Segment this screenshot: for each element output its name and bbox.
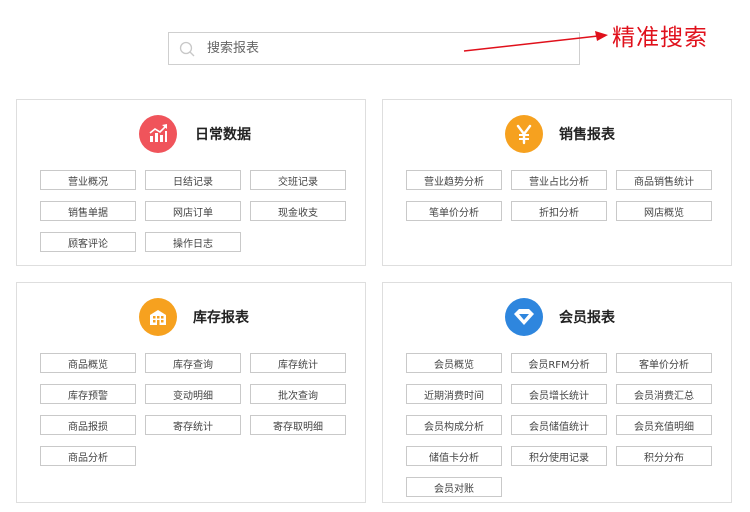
annotation-arrow bbox=[463, 31, 608, 52]
report-button[interactable]: 营业占比分析 bbox=[511, 170, 607, 190]
panel-header: 销售报表 bbox=[383, 115, 731, 153]
report-button[interactable]: 折扣分析 bbox=[511, 201, 607, 221]
report-button[interactable]: 营业趋势分析 bbox=[406, 170, 502, 190]
report-button[interactable]: 营业概况 bbox=[40, 170, 136, 190]
report-button[interactable]: 会员储值统计 bbox=[511, 415, 607, 435]
report-button[interactable]: 库存预警 bbox=[40, 384, 136, 404]
report-button-grid: 营业概况 日结记录 交班记录 销售单据 网店订单 现金收支 顾客评论 操作日志 bbox=[40, 170, 346, 252]
report-button[interactable]: 寄存统计 bbox=[145, 415, 241, 435]
report-button[interactable]: 商品概览 bbox=[40, 353, 136, 373]
report-button[interactable]: 客单价分析 bbox=[616, 353, 712, 373]
report-button-grid: 商品概览 库存查询 库存统计 库存预警 变动明细 批次查询 商品报损 寄存统计 … bbox=[40, 353, 346, 466]
panel-daily-data: 日常数据 营业概况 日结记录 交班记录 销售单据 网店订单 现金收支 顾客评论 … bbox=[16, 99, 366, 266]
trend-chart-icon bbox=[139, 115, 177, 153]
panel-member-report: 会员报表 会员概览 会员RFM分析 客单价分析 近期消费时间 会员增长统计 会员… bbox=[382, 282, 732, 503]
report-button[interactable]: 笔单价分析 bbox=[406, 201, 502, 221]
report-button[interactable]: 商品分析 bbox=[40, 446, 136, 466]
report-button[interactable]: 日结记录 bbox=[145, 170, 241, 190]
report-button[interactable]: 商品报损 bbox=[40, 415, 136, 435]
report-button[interactable]: 网店概览 bbox=[616, 201, 712, 221]
report-button[interactable]: 网店订单 bbox=[145, 201, 241, 221]
report-button-grid: 营业趋势分析 营业占比分析 商品销售统计 笔单价分析 折扣分析 网店概览 bbox=[406, 170, 712, 221]
panel-header: 库存报表 bbox=[17, 298, 365, 336]
report-button[interactable]: 近期消费时间 bbox=[406, 384, 502, 404]
report-button[interactable]: 变动明细 bbox=[145, 384, 241, 404]
panel-header: 日常数据 bbox=[17, 115, 365, 153]
report-button[interactable]: 现金收支 bbox=[250, 201, 346, 221]
report-button[interactable]: 会员概览 bbox=[406, 353, 502, 373]
search-icon bbox=[179, 41, 195, 57]
report-button[interactable]: 寄存取明细 bbox=[250, 415, 346, 435]
report-button[interactable]: 会员消费汇总 bbox=[616, 384, 712, 404]
report-button[interactable]: 积分使用记录 bbox=[511, 446, 607, 466]
diamond-icon bbox=[505, 298, 543, 336]
panel-title: 日常数据 bbox=[195, 127, 251, 143]
report-button[interactable]: 会员充值明细 bbox=[616, 415, 712, 435]
panel-inventory-report: 库存报表 商品概览 库存查询 库存统计 库存预警 变动明细 批次查询 商品报损 … bbox=[16, 282, 366, 503]
report-button[interactable]: 操作日志 bbox=[145, 232, 241, 252]
report-button[interactable]: 交班记录 bbox=[250, 170, 346, 190]
building-icon bbox=[139, 298, 177, 336]
report-button[interactable]: 销售单据 bbox=[40, 201, 136, 221]
yen-icon bbox=[505, 115, 543, 153]
panel-title: 库存报表 bbox=[193, 310, 249, 326]
report-button[interactable]: 批次查询 bbox=[250, 384, 346, 404]
report-button[interactable]: 会员对账 bbox=[406, 477, 502, 497]
report-button[interactable]: 会员构成分析 bbox=[406, 415, 502, 435]
report-button[interactable]: 库存统计 bbox=[250, 353, 346, 373]
report-button[interactable]: 储值卡分析 bbox=[406, 446, 502, 466]
report-button[interactable]: 库存查询 bbox=[145, 353, 241, 373]
report-button-grid: 会员概览 会员RFM分析 客单价分析 近期消费时间 会员增长统计 会员消费汇总 … bbox=[406, 353, 712, 497]
panel-title: 会员报表 bbox=[559, 310, 615, 326]
annotation-label: 精准搜索 bbox=[612, 25, 708, 51]
report-button[interactable]: 积分分布 bbox=[616, 446, 712, 466]
report-button[interactable]: 会员增长统计 bbox=[511, 384, 607, 404]
panel-sales-report: 销售报表 营业趋势分析 营业占比分析 商品销售统计 笔单价分析 折扣分析 网店概… bbox=[382, 99, 732, 266]
report-button[interactable]: 商品销售统计 bbox=[616, 170, 712, 190]
report-button[interactable]: 会员RFM分析 bbox=[511, 353, 607, 373]
report-button[interactable]: 顾客评论 bbox=[40, 232, 136, 252]
panel-title: 销售报表 bbox=[559, 127, 615, 143]
panel-header: 会员报表 bbox=[383, 298, 731, 336]
